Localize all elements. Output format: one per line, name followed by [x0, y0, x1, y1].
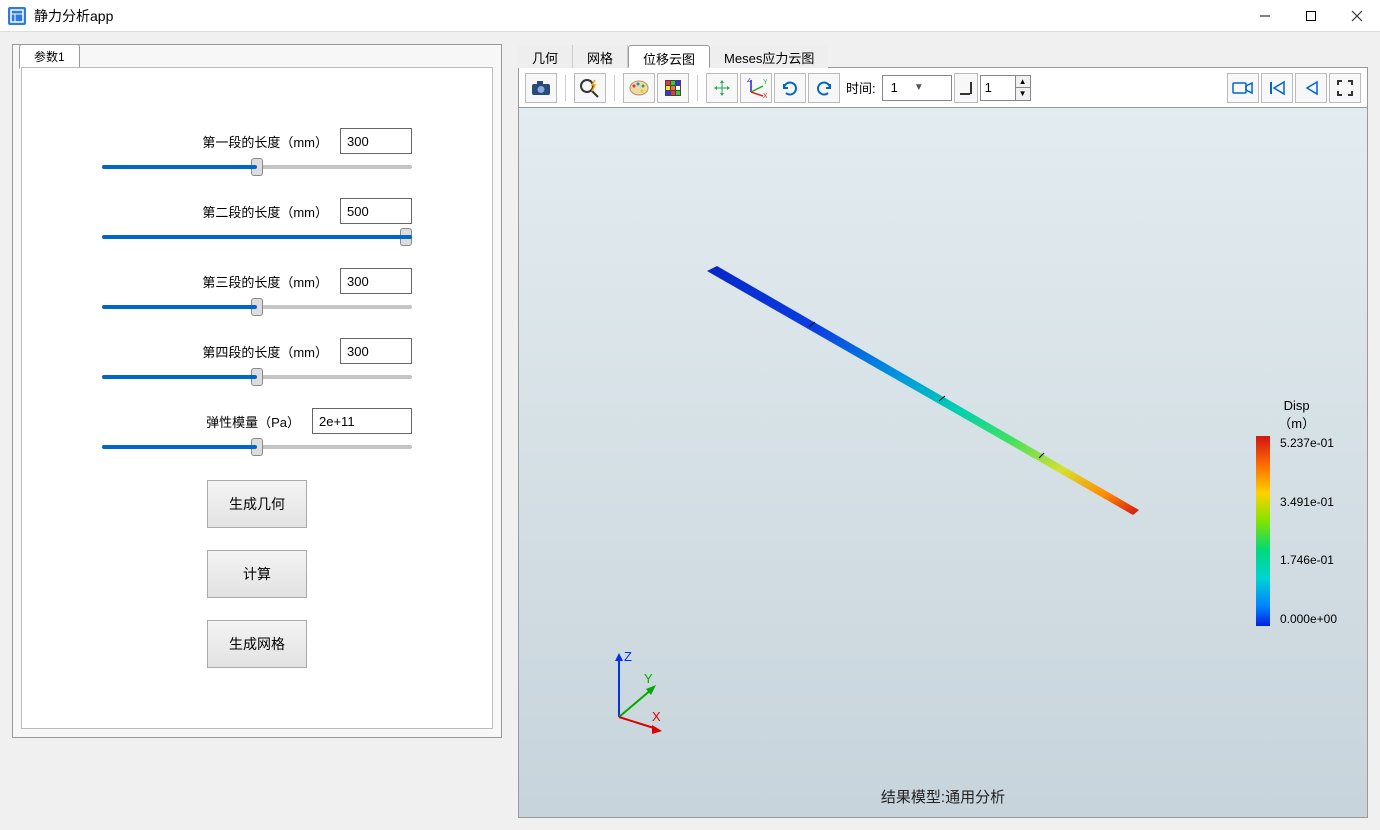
- palette-icon[interactable]: [623, 73, 655, 103]
- label-length1: 第一段的长度（mm）: [102, 132, 340, 151]
- input-length2[interactable]: [340, 198, 412, 224]
- end-icon[interactable]: [954, 73, 978, 103]
- viz-toolbar: ZYX 时间: 1▼ ▲▼: [518, 68, 1368, 108]
- play-prev-icon[interactable]: [1295, 73, 1327, 103]
- label-modulus: 弹性模量（Pa）: [102, 412, 312, 431]
- slider-modulus[interactable]: [102, 445, 412, 449]
- svg-text:Z: Z: [624, 649, 632, 664]
- viz-tab-displacement[interactable]: 位移云图: [628, 45, 710, 68]
- parameters-panel: 参数1 第一段的长度（mm） 第二段的长度（mm） 第三: [12, 44, 502, 738]
- window-title: 静力分析app: [34, 6, 113, 26]
- legend-tick: 5.237e-01: [1280, 436, 1337, 450]
- input-modulus[interactable]: [312, 408, 412, 434]
- spin-down-icon[interactable]: ▼: [1016, 88, 1030, 100]
- skip-first-icon[interactable]: [1261, 73, 1293, 103]
- spin-up-icon[interactable]: ▲: [1016, 76, 1030, 88]
- label-length2: 第二段的长度（mm）: [102, 202, 340, 221]
- visualization-panel: 几何 网格 位移云图 Meses应力云图: [518, 44, 1368, 818]
- label-length4: 第四段的长度（mm）: [102, 342, 340, 361]
- close-button[interactable]: [1334, 0, 1380, 32]
- search-lightning-icon[interactable]: [574, 73, 606, 103]
- viz-tab-mesh[interactable]: 网格: [573, 45, 628, 68]
- viz-tab-geometry[interactable]: 几何: [518, 45, 573, 68]
- input-length1[interactable]: [340, 128, 412, 154]
- legend-unit: （m）: [1256, 413, 1337, 432]
- window-titlebar: 静力分析app: [0, 0, 1380, 32]
- tab-params1[interactable]: 参数1: [19, 44, 80, 69]
- viz-tab-stress[interactable]: Meses应力云图: [710, 45, 828, 68]
- axes-icon[interactable]: Z Y X: [740, 73, 772, 103]
- frame-spinner[interactable]: ▲▼: [980, 75, 1031, 101]
- svg-text:X: X: [652, 709, 661, 724]
- svg-text:Z: Z: [747, 78, 752, 84]
- input-length4[interactable]: [340, 338, 412, 364]
- legend-tick: 1.746e-01: [1280, 553, 1337, 567]
- video-camera-icon[interactable]: [1227, 73, 1259, 103]
- svg-text:X: X: [763, 93, 767, 98]
- rotate-cw-icon[interactable]: [808, 73, 840, 103]
- label-length3: 第三段的长度（mm）: [102, 272, 340, 291]
- move-icon[interactable]: [706, 73, 738, 103]
- svg-text:Y: Y: [644, 671, 653, 686]
- time-label: 时间:: [842, 78, 880, 97]
- result-viewport[interactable]: Z Y X Disp （m） 5.237e-01 3.491e-01 1.746: [518, 108, 1368, 818]
- slider-length4[interactable]: [102, 375, 412, 379]
- rotate-ccw-icon[interactable]: [774, 73, 806, 103]
- legend-tick: 0.000e+00: [1280, 612, 1337, 626]
- calculate-button[interactable]: 计算: [207, 550, 307, 598]
- input-length3[interactable]: [340, 268, 412, 294]
- rubik-cube-icon[interactable]: [657, 73, 689, 103]
- maximize-button[interactable]: [1288, 0, 1334, 32]
- axis-triad: Z Y X: [594, 647, 684, 737]
- generate-mesh-button[interactable]: 生成网格: [207, 620, 307, 668]
- svg-text:Y: Y: [763, 79, 767, 86]
- time-value: 1: [891, 80, 898, 95]
- time-dropdown[interactable]: 1▼: [882, 75, 952, 101]
- generate-geometry-button[interactable]: 生成几何: [207, 480, 307, 528]
- viewport-caption: 结果模型:通用分析: [519, 786, 1367, 807]
- legend-title: Disp: [1256, 398, 1337, 413]
- minimize-button[interactable]: [1242, 0, 1288, 32]
- camera-icon[interactable]: [525, 73, 557, 103]
- legend-tick: 3.491e-01: [1280, 495, 1337, 509]
- slider-length3[interactable]: [102, 305, 412, 309]
- frame-value[interactable]: [980, 75, 1016, 101]
- app-icon: [8, 7, 26, 25]
- fullscreen-icon[interactable]: [1329, 73, 1361, 103]
- slider-length2[interactable]: [102, 235, 412, 239]
- slider-length1[interactable]: [102, 165, 412, 169]
- color-legend: Disp （m） 5.237e-01 3.491e-01 1.746e-01 0…: [1256, 398, 1337, 626]
